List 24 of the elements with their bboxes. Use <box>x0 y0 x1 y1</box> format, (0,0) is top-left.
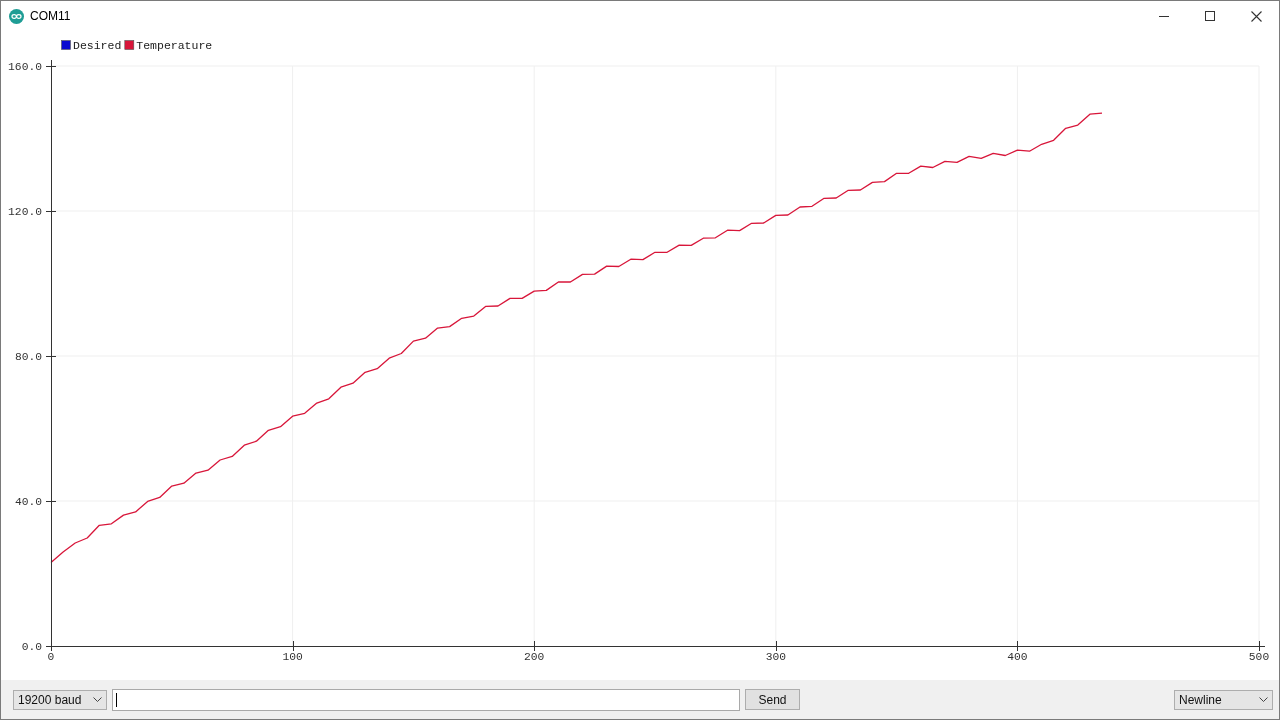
maximize-icon <box>1205 11 1215 21</box>
baud-rate-dropdown[interactable]: 19200 baud <box>13 689 107 710</box>
message-input[interactable] <box>112 688 740 711</box>
caret-icon <box>93 697 102 702</box>
x-tick-label: 100 <box>282 651 303 663</box>
x-tick-label: 0 <box>47 651 55 663</box>
y-tick-label: 120.0 <box>8 206 42 218</box>
y-tick-label: 80.0 <box>14 351 42 363</box>
app-logo-icon <box>9 8 24 24</box>
legend-label: Desired <box>73 38 122 52</box>
x-tick-label: 400 <box>1007 651 1028 663</box>
y-tick-label: 160.0 <box>8 61 42 73</box>
close-icon <box>1250 10 1262 22</box>
send-button[interactable]: Send <box>745 689 800 710</box>
line-ending-dropdown[interactable]: Newline <box>1174 689 1273 710</box>
x-tick-label: 500 <box>1248 651 1270 663</box>
minimize-icon <box>1159 15 1169 17</box>
y-tick-label: 40.0 <box>14 496 42 508</box>
x-tick-label: 200 <box>524 651 545 663</box>
legend-label: Temperature <box>136 38 213 52</box>
x-tick-label: 300 <box>765 651 786 663</box>
y-tick-label: 0.0 <box>21 641 42 653</box>
caret-icon <box>1259 697 1268 702</box>
window-title: COM11 <box>30 8 71 25</box>
